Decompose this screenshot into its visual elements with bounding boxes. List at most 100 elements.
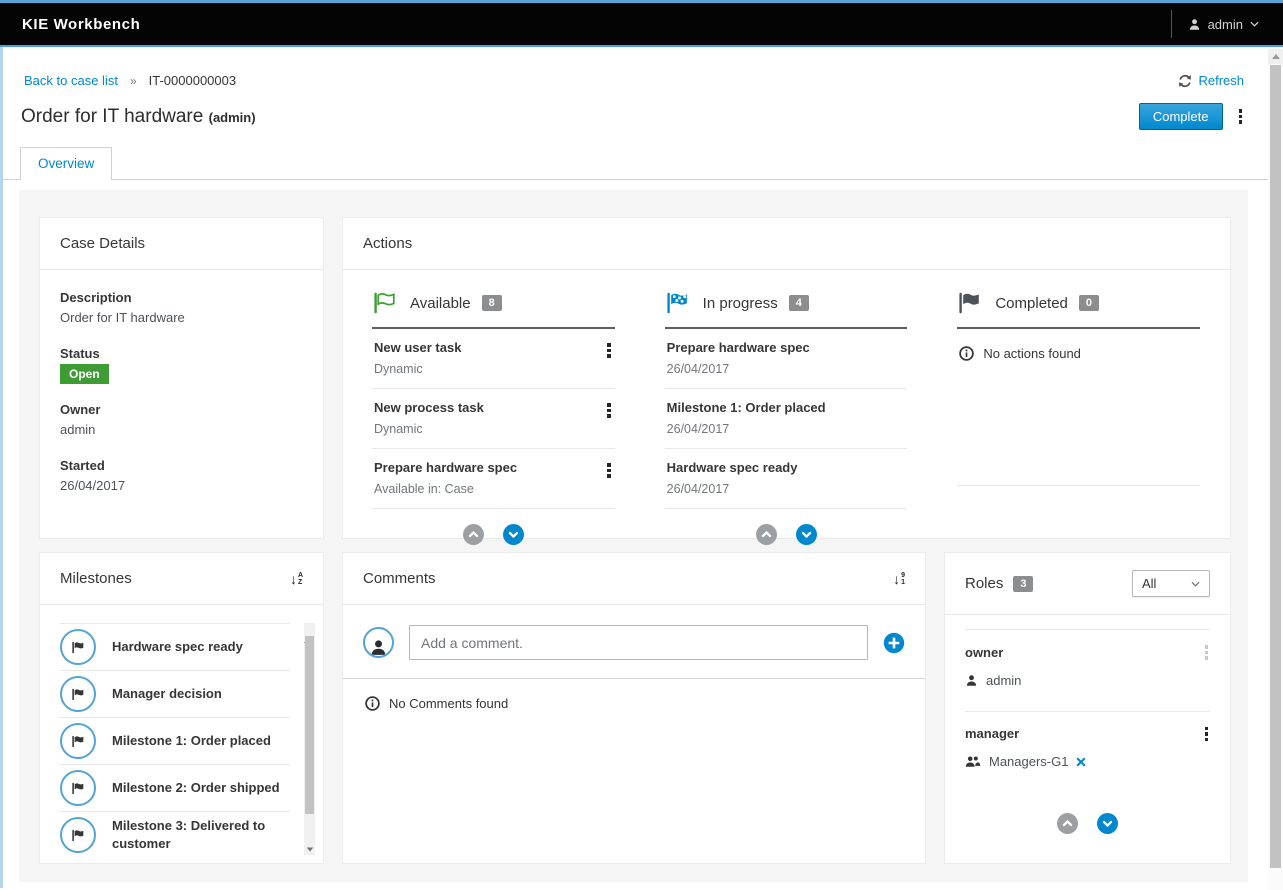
role-item: manager Managers-G1 bbox=[965, 711, 1210, 793]
chevron-down-icon bbox=[1191, 581, 1200, 587]
milestone-flag-icon bbox=[60, 723, 96, 759]
page-title-owner: (admin) bbox=[209, 110, 256, 125]
milestone-item[interactable]: Hardware spec ready bbox=[60, 624, 290, 671]
info-circle-icon bbox=[959, 346, 974, 361]
navbar: KIE Workbench admin bbox=[0, 3, 1283, 47]
user-menu[interactable]: admin bbox=[1171, 10, 1269, 38]
status-badge: Open bbox=[60, 364, 109, 384]
in-progress-count-badge: 4 bbox=[789, 295, 809, 311]
description-label: Description bbox=[60, 290, 303, 305]
breadcrumb-current-case-id: IT-0000000003 bbox=[149, 73, 236, 88]
complete-button[interactable]: Complete bbox=[1139, 103, 1223, 130]
page-scrollbar[interactable] bbox=[1268, 49, 1283, 890]
case-details-panel: Case Details Description Order for IT ha… bbox=[39, 217, 324, 539]
breadcrumb: Back to case list » IT-0000000003 bbox=[24, 73, 236, 88]
started-value: 26/04/2017 bbox=[60, 478, 303, 493]
action-item-kebab-icon[interactable] bbox=[605, 401, 613, 420]
sort-alpha-icon[interactable]: ↓ AZ bbox=[290, 571, 303, 587]
page-up-button[interactable] bbox=[1057, 813, 1078, 834]
flag-checkered-icon bbox=[665, 292, 692, 314]
available-count-badge: 8 bbox=[482, 295, 502, 311]
milestones-list: Hardware spec ready Manager decision bbox=[60, 623, 290, 855]
comment-avatar-icon bbox=[363, 627, 394, 658]
page-container: Back to case list » IT-0000000003 Refres… bbox=[0, 47, 1268, 888]
actions-column-in-progress: In progress 4 Prepare hardware spec 26/0… bbox=[665, 278, 908, 545]
milestones-scrollbar-thumb[interactable] bbox=[305, 636, 314, 814]
milestones-scrollbar[interactable] bbox=[304, 623, 315, 855]
app-logo: KIE Workbench bbox=[22, 16, 140, 33]
status-label: Status bbox=[60, 346, 303, 361]
refresh-label: Refresh bbox=[1198, 73, 1244, 88]
page-down-button[interactable] bbox=[1097, 813, 1118, 834]
owner-label: Owner bbox=[60, 402, 303, 417]
case-details-title: Case Details bbox=[60, 235, 145, 252]
available-column-title: Available bbox=[410, 295, 471, 312]
role-item: owner admin bbox=[965, 629, 1210, 711]
back-to-case-list-link[interactable]: Back to case list bbox=[24, 73, 118, 88]
role-kebab-icon[interactable] bbox=[1203, 643, 1211, 662]
tab-strip: Overview bbox=[3, 146, 1268, 180]
milestone-flag-icon bbox=[60, 676, 96, 712]
comments-panel: Comments ↓ 91 bbox=[342, 552, 926, 864]
milestone-item[interactable]: Milestone 1: Order placed bbox=[60, 718, 290, 765]
action-item[interactable]: Prepare hardware spec Available in: Case bbox=[372, 449, 615, 509]
user-icon bbox=[965, 674, 978, 687]
milestone-flag-icon bbox=[60, 629, 96, 665]
page-down-button[interactable] bbox=[503, 524, 524, 545]
role-kebab-icon[interactable] bbox=[1203, 725, 1211, 744]
user-name: admin bbox=[1208, 17, 1243, 32]
milestones-panel: Milestones ↓ AZ Hardware spec ready bbox=[39, 552, 324, 864]
milestone-item[interactable]: Milestone 2: Order shipped bbox=[60, 765, 290, 812]
info-circle-icon bbox=[365, 696, 380, 711]
action-item[interactable]: New user task Dynamic bbox=[372, 329, 615, 389]
page-title: Order for IT hardware (admin) bbox=[21, 106, 256, 128]
chevron-down-icon bbox=[1250, 21, 1259, 27]
role-assignee: Managers-G1 bbox=[989, 754, 1068, 769]
flag-solid-icon bbox=[957, 292, 984, 314]
main-content: Case Details Description Order for IT ha… bbox=[19, 190, 1248, 882]
roles-panel: Roles 3 All owner bbox=[944, 552, 1231, 864]
completed-count-badge: 0 bbox=[1079, 295, 1099, 311]
description-value: Order for IT hardware bbox=[60, 310, 303, 325]
remove-assignment-icon[interactable] bbox=[1076, 757, 1086, 767]
milestone-item[interactable]: Manager decision bbox=[60, 671, 290, 718]
roles-title: Roles bbox=[965, 575, 1003, 592]
milestone-item[interactable]: Milestone 3: Delivered to customer bbox=[60, 812, 290, 855]
add-comment-button[interactable] bbox=[883, 632, 905, 654]
action-item-kebab-icon[interactable] bbox=[605, 341, 613, 360]
scrollbar-thumb[interactable] bbox=[1270, 65, 1281, 868]
actions-title: Actions bbox=[363, 235, 412, 252]
milestone-flag-icon bbox=[60, 817, 96, 853]
case-kebab-menu-icon[interactable] bbox=[1237, 107, 1245, 126]
page-up-button[interactable] bbox=[756, 524, 777, 545]
started-label: Started bbox=[60, 458, 303, 473]
no-comments-message: No Comments found bbox=[389, 696, 508, 711]
group-icon bbox=[965, 755, 981, 768]
user-icon bbox=[1188, 18, 1201, 31]
roles-filter-select[interactable]: All bbox=[1132, 570, 1210, 597]
actions-column-completed: Completed 0 No actions found bbox=[957, 278, 1200, 545]
milestone-flag-icon bbox=[60, 770, 96, 806]
completed-column-title: Completed bbox=[995, 295, 1068, 312]
action-item[interactable]: Milestone 1: Order placed 26/04/2017 bbox=[665, 389, 908, 449]
refresh-button[interactable]: Refresh bbox=[1178, 73, 1244, 88]
scrollbar-up-arrow[interactable] bbox=[1268, 49, 1283, 64]
action-item[interactable]: Hardware spec ready 26/04/2017 bbox=[665, 449, 908, 509]
page-up-button[interactable] bbox=[463, 524, 484, 545]
action-item[interactable]: Prepare hardware spec 26/04/2017 bbox=[665, 329, 908, 389]
page-down-button[interactable] bbox=[796, 524, 817, 545]
milestones-title: Milestones bbox=[60, 570, 132, 587]
action-item[interactable]: New process task Dynamic bbox=[372, 389, 615, 449]
comment-input[interactable] bbox=[409, 625, 868, 660]
breadcrumb-separator: » bbox=[130, 74, 137, 88]
roles-count-badge: 3 bbox=[1013, 576, 1033, 592]
actions-column-available: Available 8 New user task Dynamic New pr… bbox=[372, 278, 615, 545]
comments-title: Comments bbox=[363, 570, 436, 587]
tab-overview[interactable]: Overview bbox=[20, 147, 112, 180]
role-assignee: admin bbox=[986, 673, 1021, 688]
refresh-icon bbox=[1178, 74, 1192, 88]
flag-outline-icon bbox=[372, 292, 399, 314]
action-item-kebab-icon[interactable] bbox=[605, 461, 613, 480]
actions-panel: Actions Available 8 bbox=[342, 217, 1231, 539]
sort-numeric-icon[interactable]: ↓ 91 bbox=[893, 571, 905, 587]
